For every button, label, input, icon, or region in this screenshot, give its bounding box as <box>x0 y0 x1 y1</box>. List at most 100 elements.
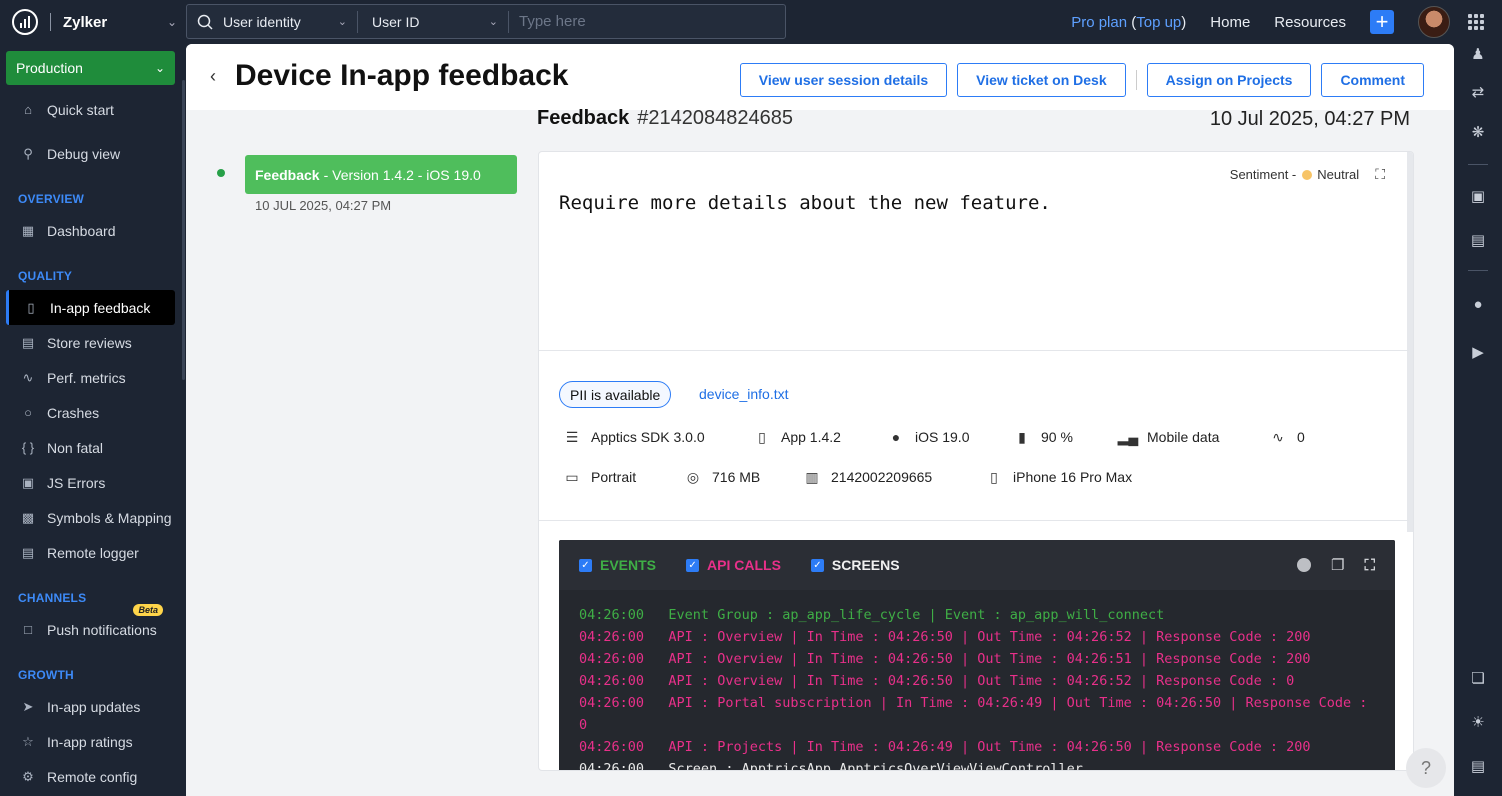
search-bar: User identity ⌄ User ID ⌄ <box>186 4 786 39</box>
console-tools: ❐ ⛶ <box>1297 556 1375 574</box>
sidebar-item-dashboard[interactable]: ▦ Dashboard <box>0 213 175 248</box>
info-sdk: ☰ Apptics SDK 3.0.0 <box>563 428 705 446</box>
attachment-link[interactable]: device_info.txt <box>699 386 789 402</box>
sidebar-item-debug-view[interactable]: ⚲ Debug view <box>0 136 175 171</box>
expand-icon[interactable]: ⛶ <box>1364 557 1375 574</box>
search-input[interactable] <box>509 5 785 38</box>
log-time: 04:26:00 <box>579 761 645 771</box>
sidebar-item-label: Quick start <box>47 101 114 118</box>
log-console: ✓ EVENTS ✓ API CALLS ✓ SCREENS ❐ ⛶ 04:26:00… <box>559 540 1395 771</box>
checkbox-checked-icon[interactable]: ✓ <box>686 558 700 572</box>
sidebar-item-non-fatal[interactable]: { } Non fatal <box>0 430 175 465</box>
report-icon[interactable]: ▣ <box>1468 186 1488 206</box>
feedback-date: 10 Jul 2025, 04:27 PM <box>1209 108 1410 130</box>
environment-select[interactable]: Production ⌄ <box>6 51 175 85</box>
log-lines: 04:26:00 Event Group : ap_app_life_cycle… <box>579 604 1379 771</box>
version-chip[interactable]: Feedback - Version 1.4.2 - iOS 19.0 <box>245 155 517 194</box>
tab-screens[interactable]: ✓ SCREENS <box>810 557 900 573</box>
apple-platform-icon[interactable]: ● <box>1468 294 1488 314</box>
chevron-down-icon: ⌄ <box>154 61 165 75</box>
card-divider <box>539 520 1409 521</box>
tab-events[interactable]: ✓ EVENTS <box>579 557 656 573</box>
star-icon: ☆ <box>22 733 34 749</box>
sidebar-item-label: Symbols & Mapping <box>47 509 172 526</box>
back-chevron-icon[interactable]: ‹ <box>210 66 216 87</box>
search-scope-select[interactable]: User identity ⌄ <box>187 5 357 38</box>
card-scrollbar[interactable] <box>1407 152 1413 532</box>
card-divider <box>539 350 1409 351</box>
version-chip-label: Feedback <box>255 166 320 183</box>
sidebar-item-label: Remote logger <box>47 544 139 561</box>
header-actions: View user session details View ticket on… <box>730 63 1424 97</box>
app-version-icon: ▯ <box>758 428 766 445</box>
sidebar-item-in-app-feedback[interactable]: ▯ In-app feedback <box>6 290 175 325</box>
checkbox-checked-icon[interactable]: ✓ <box>810 558 824 572</box>
timeline-dot <box>217 169 225 177</box>
page-title: Device In-app feedback <box>235 59 569 92</box>
log-line: 04:26:00 API : Overview | In Time : 04:2… <box>579 626 1379 648</box>
section-quality: QUALITY <box>18 269 73 283</box>
play-store-icon[interactable]: ▶ <box>1468 342 1488 362</box>
info-value: iPhone 16 Pro Max <box>1013 469 1133 485</box>
tab-api-calls[interactable]: ✓ API CALLS <box>686 557 781 573</box>
sidebar-item-perf-metrics[interactable]: ∿ Perf. metrics <box>0 360 175 395</box>
swap-icon[interactable]: ⇄ <box>1468 82 1488 102</box>
storage-icon: ◎ <box>686 468 700 485</box>
sidebar-item-store-reviews[interactable]: ▤ Store reviews <box>0 325 175 360</box>
brand-switcher[interactable]: Zylker ⌄ <box>0 0 185 44</box>
version-date: 10 JUL 2025, 04:27 PM <box>255 198 392 213</box>
screens-icon[interactable]: ❏ <box>1468 668 1488 688</box>
sidebar-item-push-notifications[interactable]: □ Push notifications Beta <box>0 604 175 647</box>
sidebar-scrollbar[interactable] <box>182 80 185 380</box>
users-icon[interactable]: ♟ <box>1468 44 1488 64</box>
sidebar-item-remote-logger[interactable]: ▤ Remote logger <box>0 535 175 570</box>
info-device-id: ▥ 2142002209665 <box>803 468 932 486</box>
rocket-icon: ➤ <box>22 698 34 714</box>
sentiment-value: Neutral <box>1317 167 1360 182</box>
sidebar-item-js-errors[interactable]: ▣ JS Errors <box>0 465 175 500</box>
sidebar-item-label: In-app feedback <box>50 299 151 316</box>
expand-icon[interactable]: ⛶ <box>1375 166 1385 183</box>
app-grid-icon[interactable] <box>1468 14 1484 30</box>
log-time: 04:26:00 <box>579 651 645 667</box>
comment-button[interactable]: Comment <box>1321 63 1424 97</box>
record-icon[interactable] <box>1297 558 1312 572</box>
topup-link[interactable]: Top up <box>1136 14 1181 31</box>
chevron-down-icon: ⌄ <box>337 16 347 28</box>
theme-toggle-icon[interactable]: ☀ <box>1468 712 1488 732</box>
checkbox-checked-icon[interactable]: ✓ <box>579 558 592 572</box>
log-line: 04:26:00 API : Portal subscription | In … <box>579 692 1379 736</box>
copy-icon[interactable]: ❐ <box>1331 556 1344 574</box>
add-button[interactable]: + <box>1370 10 1394 34</box>
sidebar-item-in-app-updates[interactable]: ➤ In-app updates <box>0 689 175 724</box>
sidebar-item-symbols-mapping[interactable]: ▩ Symbols & Mapping <box>0 500 175 535</box>
search-field-select[interactable]: User ID ⌄ <box>358 5 508 38</box>
push-icon: □ <box>24 622 32 637</box>
signal-icon: ▂▄ <box>1117 428 1139 445</box>
plan-name[interactable]: Pro plan <box>1071 14 1127 31</box>
feedback-card: Sentiment - Neutral ⛶ Require more detai… <box>538 151 1414 771</box>
sidebar-item-remote-config[interactable]: ⚙ Remote config <box>0 759 175 794</box>
integrations-icon[interactable]: ❋ <box>1468 122 1488 142</box>
assign-projects-button[interactable]: Assign on Projects <box>1146 63 1312 97</box>
help-button[interactable]: ? <box>1406 748 1446 788</box>
info-value: 90 % <box>1041 429 1073 445</box>
view-session-button[interactable]: View user session details <box>739 63 948 97</box>
document-icon[interactable]: ▤ <box>1468 230 1488 250</box>
log-text: API : Overview | In Time : 04:26:50 | Ou… <box>668 651 1311 667</box>
sidebar-item-crashes[interactable]: ○ Crashes <box>0 395 175 430</box>
tab-screens-label: SCREENS <box>831 557 900 573</box>
view-ticket-button[interactable]: View ticket on Desk <box>957 63 1126 97</box>
log-line: 04:26:00 Screen : ApptricsApp.ApptricsOv… <box>579 758 1379 771</box>
brand-separator <box>50 13 51 31</box>
resources-link[interactable]: Resources <box>1274 14 1346 31</box>
sidebar: Production ⌄ ⌂ Quick start ⚲ Debug view OV… <box>0 44 185 796</box>
sidebar-item-in-app-ratings[interactable]: ☆ In-app ratings <box>0 724 175 759</box>
chat-icon[interactable]: ▤ <box>1468 756 1488 776</box>
section-growth: GROWTH <box>18 668 74 682</box>
sentiment-label: Sentiment - <box>1229 167 1297 182</box>
home-link[interactable]: Home <box>1210 14 1250 31</box>
sidebar-item-quick-start[interactable]: ⌂ Quick start <box>0 92 175 127</box>
avatar[interactable] <box>1418 6 1450 38</box>
pii-badge[interactable]: PII is available <box>559 381 672 408</box>
